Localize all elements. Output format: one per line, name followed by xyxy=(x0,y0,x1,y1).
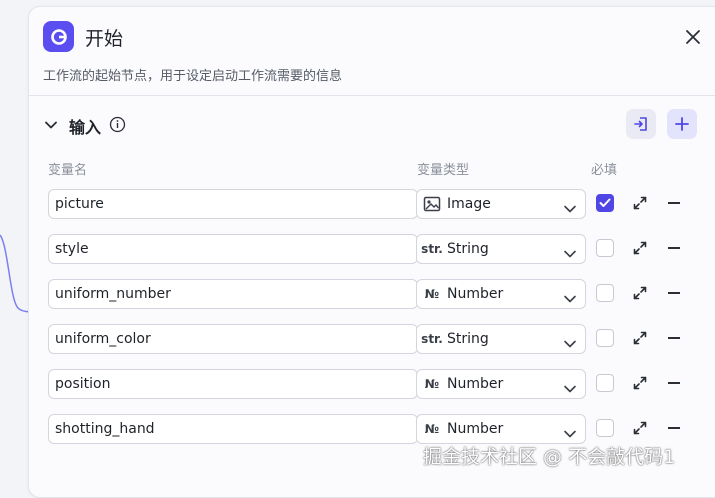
variable-type-label: Number xyxy=(447,376,504,392)
column-header-type: 变量类型 xyxy=(417,163,470,178)
variable-name-input[interactable] xyxy=(48,414,418,444)
variable-type-select[interactable]: № Number xyxy=(416,369,586,399)
variable-type-select[interactable]: Image xyxy=(416,189,586,219)
required-checkbox[interactable] xyxy=(596,284,614,302)
remove-variable-icon[interactable] xyxy=(668,427,680,429)
plus-icon xyxy=(675,117,689,131)
variable-name-input[interactable] xyxy=(48,279,418,309)
close-icon[interactable] xyxy=(683,27,703,47)
required-checkbox[interactable] xyxy=(596,419,614,437)
variable-type-select[interactable]: str. String xyxy=(416,324,586,354)
remove-variable-icon[interactable] xyxy=(668,292,680,294)
variable-name-input[interactable] xyxy=(48,324,418,354)
string-type-icon: str. xyxy=(421,242,443,256)
import-icon xyxy=(634,117,647,131)
collapse-chevron-icon[interactable] xyxy=(43,117,59,133)
expand-icon[interactable] xyxy=(632,330,648,350)
required-checkbox[interactable] xyxy=(596,194,614,212)
variable-row: Image xyxy=(29,189,709,221)
chevron-down-icon xyxy=(563,289,577,308)
string-type-icon: str. xyxy=(421,332,443,346)
import-button[interactable] xyxy=(626,109,656,139)
chevron-down-icon xyxy=(563,199,577,218)
chevron-down-icon xyxy=(563,424,577,443)
header-divider xyxy=(29,95,715,96)
variable-type-label: String xyxy=(447,331,489,347)
number-type-icon: № xyxy=(424,377,440,391)
variable-type-label: Number xyxy=(447,421,504,437)
variable-name-input[interactable] xyxy=(48,234,418,264)
required-checkbox[interactable] xyxy=(596,329,614,347)
variable-name-input[interactable] xyxy=(48,369,418,399)
node-description: 工作流的起始节点，用于设定启动工作流需要的信息 xyxy=(43,69,343,84)
column-header-required: 必填 xyxy=(591,163,618,178)
remove-variable-icon[interactable] xyxy=(668,337,680,339)
number-type-icon: № xyxy=(424,422,440,436)
expand-icon[interactable] xyxy=(632,285,648,305)
variable-row: № Number xyxy=(29,279,709,311)
chevron-down-icon xyxy=(563,379,577,398)
start-node-logo-icon xyxy=(43,21,74,52)
variable-type-label: Number xyxy=(447,286,504,302)
number-type-icon: № xyxy=(424,287,440,301)
start-node-panel: 开始 工作流的起始节点，用于设定启动工作流需要的信息 输入 变量名 变量类型 必… xyxy=(28,6,715,498)
required-checkbox[interactable] xyxy=(596,374,614,392)
variable-type-label: String xyxy=(447,241,489,257)
expand-icon[interactable] xyxy=(632,240,648,260)
required-checkbox[interactable] xyxy=(596,239,614,257)
variable-row: str. String xyxy=(29,234,709,266)
add-variable-button[interactable] xyxy=(667,109,697,139)
node-title: 开始 xyxy=(85,28,124,50)
image-type-icon xyxy=(423,195,441,213)
variable-type-select[interactable]: № Number xyxy=(416,279,586,309)
remove-variable-icon[interactable] xyxy=(668,202,680,204)
variable-type-label: Image xyxy=(447,196,491,212)
variable-row: № Number xyxy=(29,369,709,401)
watermark: 掘金技术社区 @ 不会敲代码1 xyxy=(423,446,676,468)
variable-name-input[interactable] xyxy=(48,189,418,219)
expand-icon[interactable] xyxy=(632,420,648,440)
variable-row: str. String xyxy=(29,324,709,356)
remove-variable-icon[interactable] xyxy=(668,382,680,384)
chevron-down-icon xyxy=(563,244,577,263)
input-section-header: 输入 xyxy=(43,109,697,139)
chevron-down-icon xyxy=(563,334,577,353)
expand-icon[interactable] xyxy=(632,195,648,215)
expand-icon[interactable] xyxy=(632,375,648,395)
variable-type-select[interactable]: № Number xyxy=(416,414,586,444)
remove-variable-icon[interactable] xyxy=(668,247,680,249)
variable-type-select[interactable]: str. String xyxy=(416,234,586,264)
panel-header: 开始 xyxy=(43,21,715,55)
info-icon[interactable] xyxy=(109,116,126,133)
column-header-name: 变量名 xyxy=(48,163,88,178)
section-title: 输入 xyxy=(69,118,102,137)
